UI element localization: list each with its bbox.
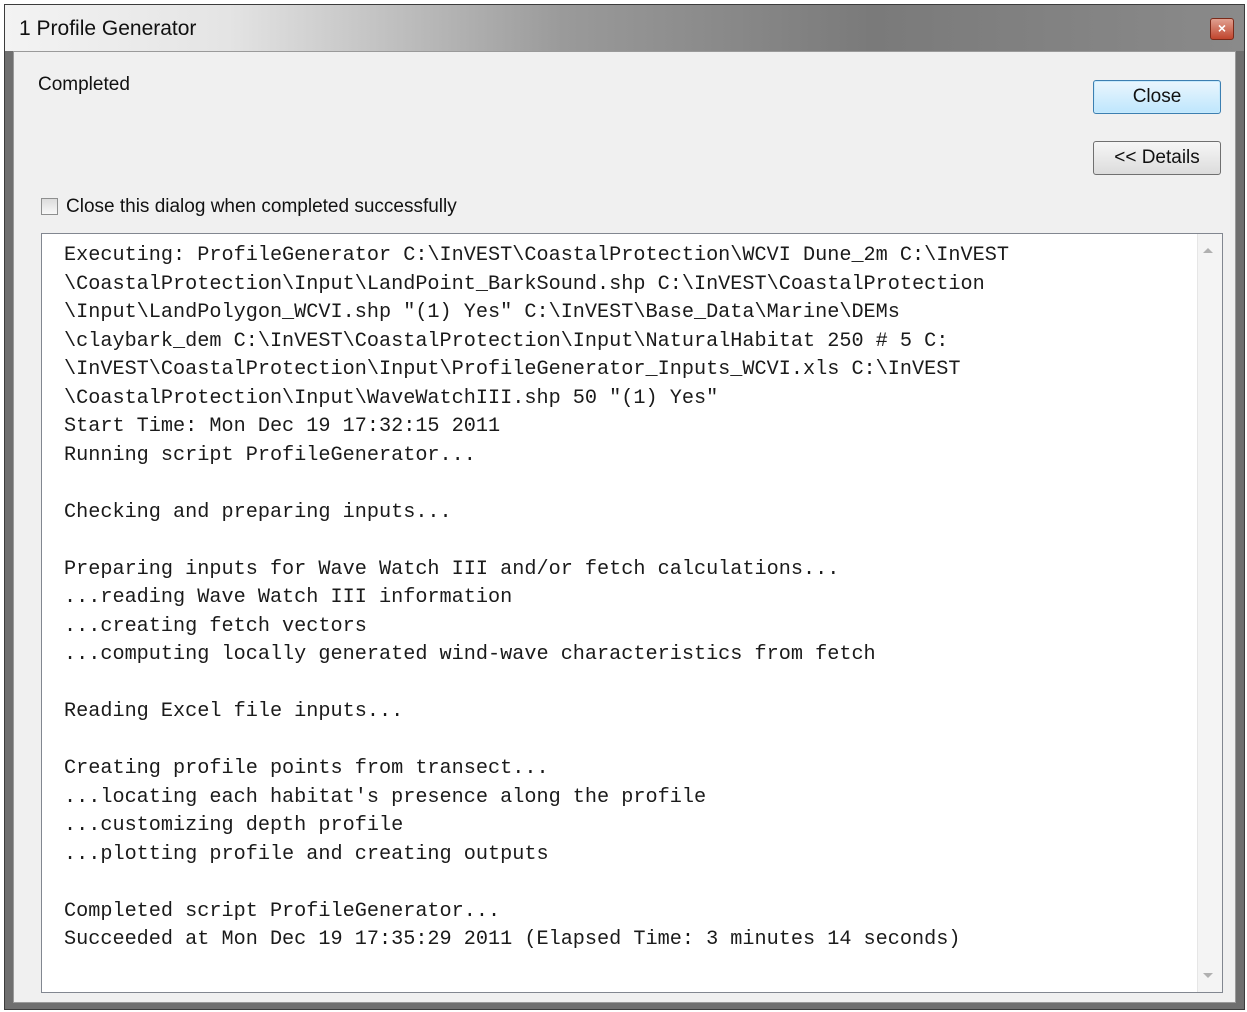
- log-line: ...reading Wave Watch III information: [64, 586, 513, 609]
- status-text: Completed: [38, 74, 130, 95]
- log-line: ...computing locally generated wind-wave…: [64, 643, 876, 666]
- scroll-up-arrow-icon[interactable]: [1203, 248, 1213, 253]
- log-line: ...plotting profile and creating outputs: [64, 842, 549, 866]
- title-bar[interactable]: 1 Profile Generator ×: [5, 5, 1244, 51]
- window-title: 1 Profile Generator: [19, 17, 197, 40]
- close-window-icon[interactable]: ×: [1210, 18, 1234, 40]
- log-line: \claybark_dem C:\InVEST\CoastalProtectio…: [64, 329, 949, 353]
- log-line: Start Time: Mon Dec 19 17:32:15 2011: [64, 415, 501, 438]
- close-button[interactable]: Close: [1093, 80, 1221, 114]
- scroll-down-arrow-icon[interactable]: [1203, 973, 1213, 978]
- log-line: ...customizing depth profile: [64, 814, 404, 837]
- log-line: Executing: ProfileGenerator C:\InVEST\Co…: [64, 244, 1009, 267]
- log-line: ...locating each habitat's presence alon…: [64, 785, 707, 809]
- log-line: Reading Excel file inputs...: [64, 700, 404, 723]
- close-on-complete-label[interactable]: Close this dialog when completed success…: [66, 196, 457, 218]
- log-text: Executing: ProfileGenerator C:\InVEST\Co…: [64, 242, 1009, 955]
- log-scrollbar[interactable]: [1197, 234, 1222, 992]
- log-line: Creating profile points from transect...: [64, 757, 549, 780]
- log-line: \InVEST\CoastalProtection\Input\ProfileG…: [64, 358, 961, 381]
- log-line: Completed script ProfileGenerator...: [64, 899, 501, 923]
- log-line: \Input\LandPolygon_WCVI.shp "(1) Yes" C:…: [64, 301, 900, 324]
- log-line: Preparing inputs for Wave Watch III and/…: [64, 557, 840, 581]
- message-log[interactable]: Executing: ProfileGenerator C:\InVEST\Co…: [41, 233, 1223, 993]
- dialog-window: 1 Profile Generator × Completed Close <<…: [4, 4, 1245, 1010]
- log-line: ...creating fetch vectors: [64, 614, 367, 638]
- close-on-complete-checkbox[interactable]: [41, 198, 58, 215]
- details-toggle-button[interactable]: << Details: [1093, 141, 1221, 175]
- log-line: Running script ProfileGenerator...: [64, 443, 476, 467]
- log-line: Checking and preparing inputs...: [64, 500, 452, 524]
- dialog-body: Completed Close << Details Close this di…: [13, 51, 1236, 1003]
- log-line: \CoastalProtection\Input\WaveWatchIII.sh…: [64, 386, 719, 410]
- log-line: \CoastalProtection\Input\LandPoint_BarkS…: [64, 272, 985, 296]
- log-line: Succeeded at Mon Dec 19 17:35:29 2011 (E…: [64, 928, 961, 951]
